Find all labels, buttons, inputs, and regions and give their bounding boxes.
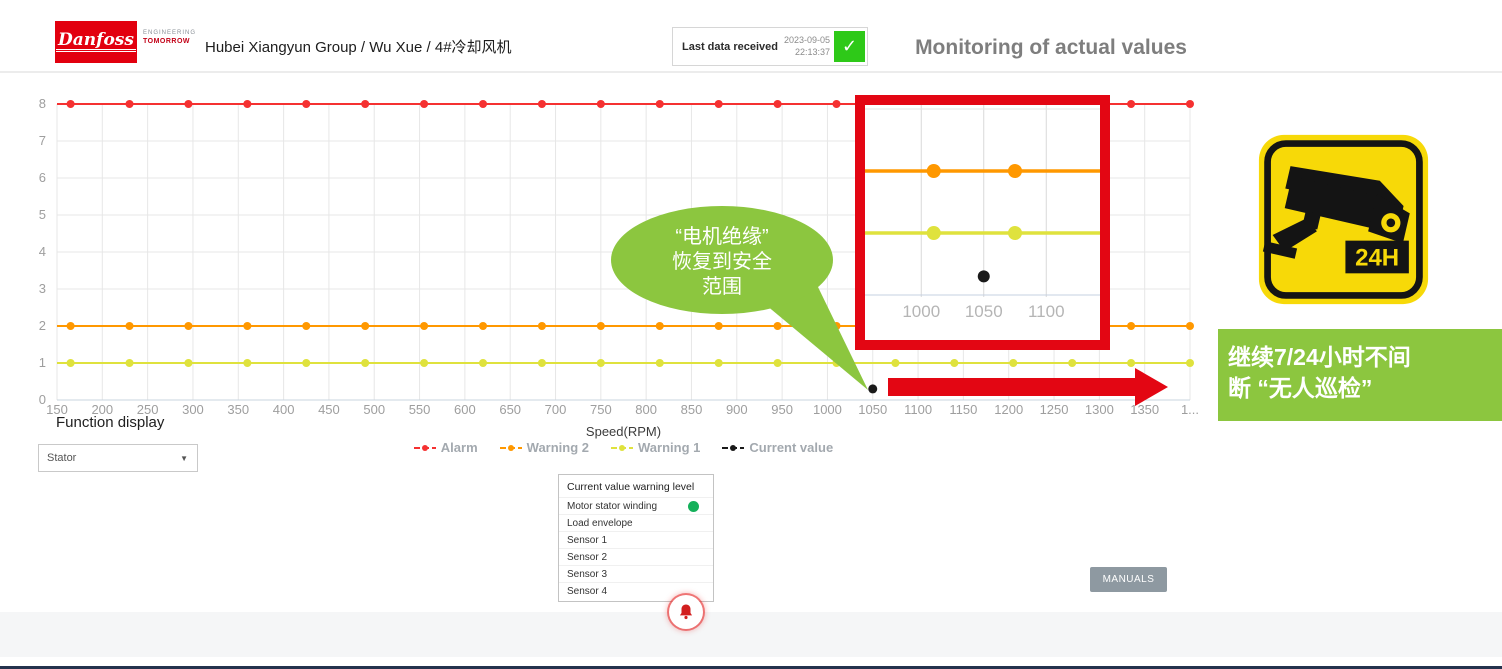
svg-text:1000: 1000 xyxy=(813,402,842,417)
tooltip-row-label: Sensor 4 xyxy=(567,586,607,597)
svg-text:2: 2 xyxy=(39,318,46,333)
zoom-highlight-box: 1000 1050 1100 xyxy=(855,95,1110,350)
svg-text:7: 7 xyxy=(39,133,46,148)
legend-line-icon xyxy=(414,442,436,454)
svg-text:650: 650 xyxy=(499,402,521,417)
chevron-down-icon: ▼ xyxy=(180,454,188,463)
logo-tagline: ENGINEERING TOMORROW xyxy=(143,30,196,46)
svg-text:4: 4 xyxy=(39,244,46,259)
danfoss-logo-text: Danfoss xyxy=(56,32,136,53)
svg-text:1000: 1000 xyxy=(902,302,940,321)
svg-text:550: 550 xyxy=(409,402,431,417)
svg-text:1100: 1100 xyxy=(1028,302,1065,321)
header: Danfoss ENGINEERING TOMORROW Hubei Xiang… xyxy=(0,0,1502,73)
tooltip-header: Current value warning level xyxy=(559,479,713,497)
svg-text:700: 700 xyxy=(545,402,567,417)
tagline-line1: ENGINEERING xyxy=(143,30,196,38)
svg-text:1350: 1350 xyxy=(1130,402,1159,417)
last-data-timestamp: 2023-09-05 22:13:37 xyxy=(784,35,830,58)
legend-item-warning-2[interactable]: Warning 2 xyxy=(500,440,589,455)
tooltip-row-label: Load envelope xyxy=(567,518,633,529)
legend-label: Warning 1 xyxy=(638,440,700,455)
app-window: { "header": { "logo_text": "Danfoss", "t… xyxy=(0,0,1502,669)
bell-icon xyxy=(676,602,696,622)
last-data-received-box: Last data received 2023-09-05 22:13:37 ✓ xyxy=(672,27,868,66)
legend-label: Alarm xyxy=(441,440,478,455)
svg-text:1200: 1200 xyxy=(994,402,1023,417)
cctv-24h-sign-icon: 24H xyxy=(1257,131,1430,308)
legend-line-icon xyxy=(500,442,522,454)
notification-bell-button[interactable] xyxy=(669,595,703,629)
tooltip-row: Motor stator winding xyxy=(559,497,713,514)
svg-text:1...: 1... xyxy=(1181,402,1199,417)
tooltip-row: Sensor 1 xyxy=(559,531,713,548)
legend-label: Warning 2 xyxy=(527,440,589,455)
tooltip-row: Sensor 2 xyxy=(559,548,713,565)
chart-tooltip: Current value warning level Motor stator… xyxy=(558,474,714,602)
zoom-inset-plot: 1000 1050 1100 xyxy=(865,105,1100,340)
tooltip-row: Load envelope xyxy=(559,514,713,531)
svg-text:1050: 1050 xyxy=(965,302,1003,321)
last-data-date: 2023-09-05 xyxy=(784,35,830,45)
function-display-select[interactable]: Stator ▼ xyxy=(38,444,198,472)
bottom-tab-bar: ★Gateways4#冷却风机S/N001108H3394#冷却风机 - CBM… xyxy=(0,612,1502,657)
svg-text:850: 850 xyxy=(681,402,703,417)
legend-item-alarm[interactable]: Alarm xyxy=(414,440,478,455)
tooltip-row-label: Motor stator winding xyxy=(567,501,657,512)
last-data-label: Last data received xyxy=(682,41,778,53)
svg-text:1300: 1300 xyxy=(1085,402,1114,417)
svg-text:750: 750 xyxy=(590,402,612,417)
svg-text:0: 0 xyxy=(39,392,46,407)
legend-line-icon xyxy=(611,442,633,454)
tooltip-row-label: Sensor 3 xyxy=(567,569,607,580)
banner-line: 断 “无人巡检” xyxy=(1228,373,1502,404)
svg-text:400: 400 xyxy=(273,402,295,417)
legend-label: Current value xyxy=(749,440,833,455)
svg-text:500: 500 xyxy=(363,402,385,417)
last-data-time: 22:13:37 xyxy=(795,47,830,57)
svg-text:6: 6 xyxy=(39,170,46,185)
danfoss-logo: Danfoss xyxy=(55,21,137,63)
x-axis-label: Speed(RPM) xyxy=(57,424,1190,439)
tagline-line2: TOMORROW xyxy=(143,38,196,47)
svg-text:3: 3 xyxy=(39,281,46,296)
svg-text:900: 900 xyxy=(726,402,748,417)
tooltip-row: Sensor 3 xyxy=(559,565,713,582)
chart-legend: Alarm Warning 2 Warning 1 Current value xyxy=(57,440,1190,455)
svg-text:350: 350 xyxy=(227,402,249,417)
svg-text:800: 800 xyxy=(635,402,657,417)
page-title: Monitoring of actual values xyxy=(905,36,1197,60)
status-ok-check-icon: ✓ xyxy=(834,31,865,62)
svg-text:950: 950 xyxy=(771,402,793,417)
svg-text:1050: 1050 xyxy=(858,402,887,417)
legend-line-icon xyxy=(722,442,744,454)
camera-24h-label: 24H xyxy=(1355,245,1399,272)
function-display-value: Stator xyxy=(47,452,76,464)
tooltip-row-label: Sensor 2 xyxy=(567,552,607,563)
svg-text:5: 5 xyxy=(39,207,46,222)
svg-text:300: 300 xyxy=(182,402,204,417)
svg-text:1250: 1250 xyxy=(1040,402,1069,417)
legend-item-warning-1[interactable]: Warning 1 xyxy=(611,440,700,455)
legend-item-current-value[interactable]: Current value xyxy=(722,440,833,455)
inspection-banner: 继续7/24小时不间断 “无人巡检” xyxy=(1218,329,1502,421)
breadcrumb: Hubei Xiangyun Group / Wu Xue / 4#冷却风机 xyxy=(205,36,512,57)
banner-line: 继续7/24小时不间 xyxy=(1228,342,1502,373)
svg-text:1150: 1150 xyxy=(949,402,977,417)
svg-text:450: 450 xyxy=(318,402,340,417)
svg-text:1: 1 xyxy=(39,355,46,370)
svg-text:8: 8 xyxy=(39,96,46,111)
svg-text:600: 600 xyxy=(454,402,476,417)
tooltip-row-label: Sensor 1 xyxy=(567,535,607,546)
svg-text:1100: 1100 xyxy=(904,402,932,417)
status-green-dot xyxy=(688,501,699,512)
manuals-button[interactable]: MANUALS xyxy=(1090,567,1167,592)
